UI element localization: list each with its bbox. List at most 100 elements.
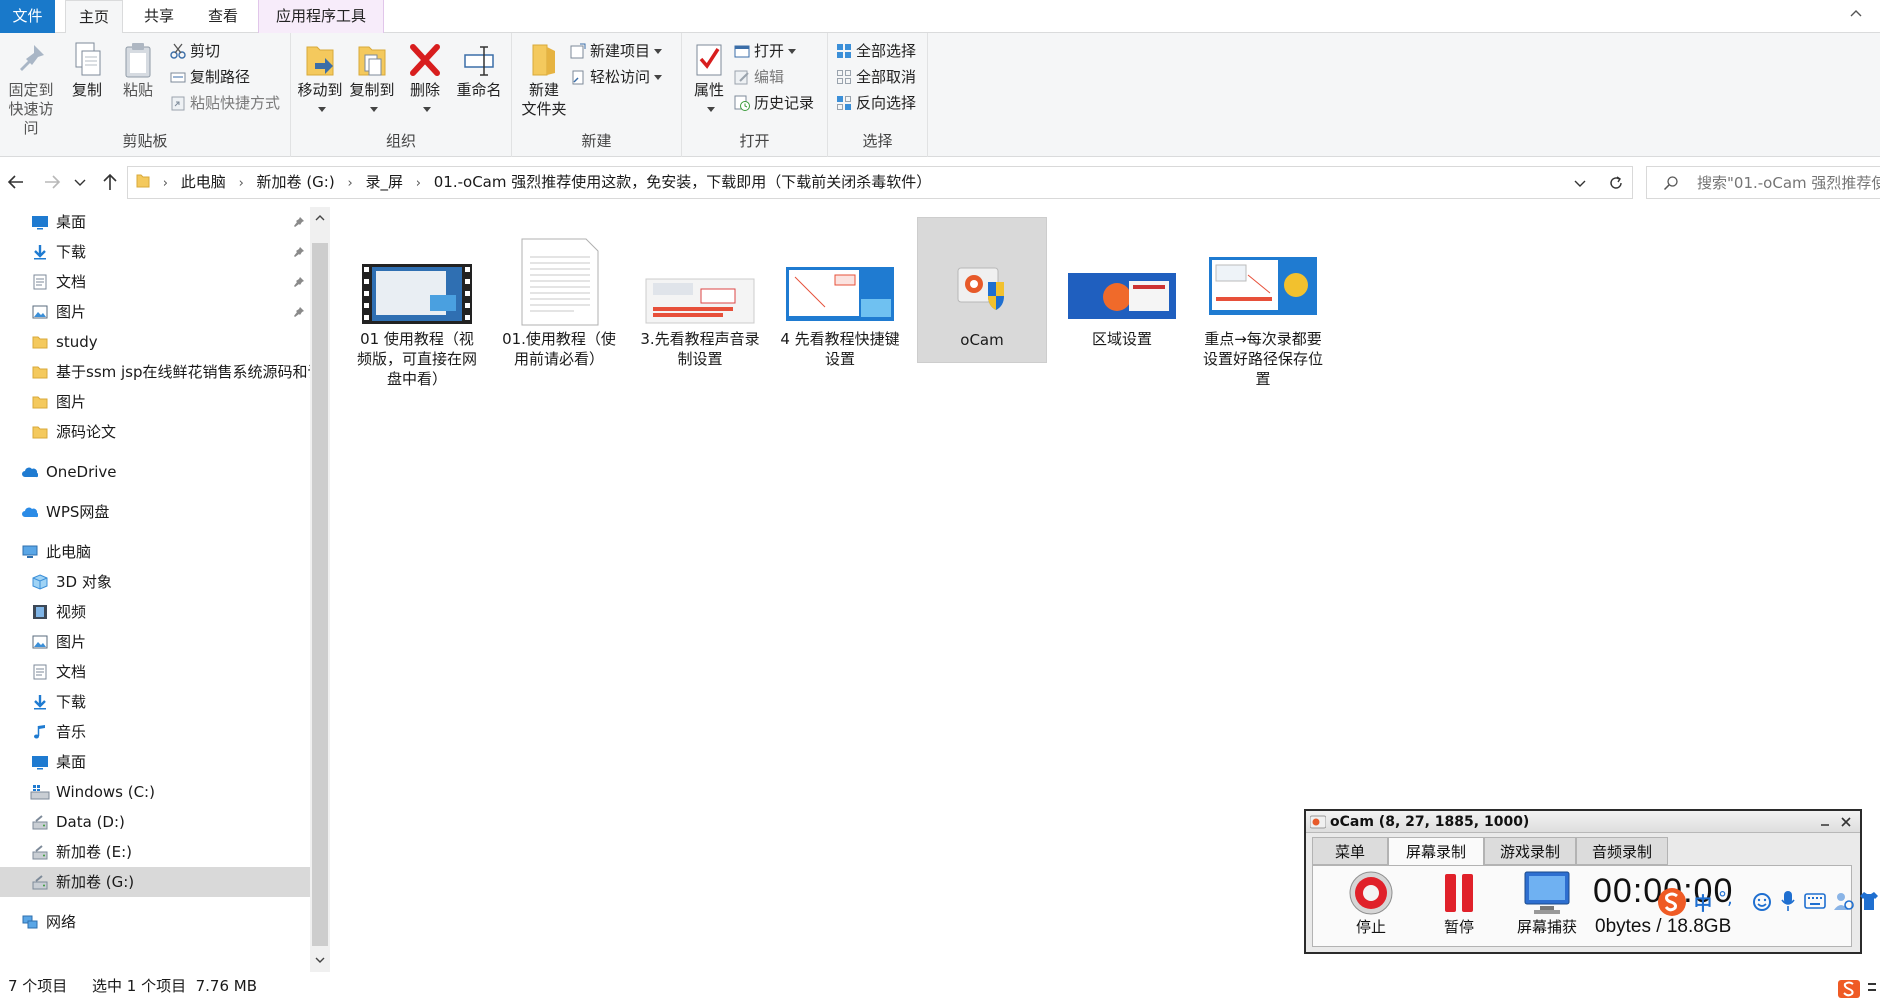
history-button[interactable]: 历史记录	[734, 91, 814, 115]
edit-button[interactable]: 编辑	[734, 65, 784, 89]
nav-drive-e[interactable]: 新加卷 (E:)	[0, 837, 310, 867]
address-dropdown-chevron-icon[interactable]	[1572, 175, 1588, 191]
breadcrumb-current-folder[interactable]: 01.-oCam 强烈推荐使用这款，免安装，下载即用（下载前关闭杀毒软件）	[434, 173, 932, 191]
nav-this-pc[interactable]: 此电脑	[0, 537, 310, 567]
nav-videos[interactable]: 视频	[0, 597, 310, 627]
open-button[interactable]: 打开	[734, 39, 797, 63]
user-settings-icon[interactable]	[1832, 890, 1854, 912]
history-label: 历史记录	[754, 94, 815, 112]
ribbon-collapse-icon[interactable]	[1850, 8, 1862, 20]
nav-quick-pictures[interactable]: 图片	[0, 297, 310, 327]
copy-to-button[interactable]: 复制到	[347, 41, 397, 119]
forward-arrow-icon[interactable]	[40, 170, 64, 194]
file-item-audio-settings[interactable]: 3.先看教程声音录制设置	[635, 217, 765, 368]
nav-3d-objects[interactable]: 3D 对象	[0, 567, 310, 597]
scissors-icon	[170, 43, 186, 59]
scroll-down-arrow-icon[interactable]	[315, 955, 325, 965]
breadcrumb-drive-g[interactable]: 新加卷 (G:)	[257, 173, 335, 191]
tab-app-tools[interactable]: 应用程序工具	[262, 0, 380, 33]
ime-tray-icon[interactable]	[1836, 978, 1880, 1000]
nav-downloads[interactable]: 下载	[0, 687, 310, 717]
rename-button[interactable]: 重命名	[451, 41, 507, 100]
file-item-video-tutorial[interactable]: 01 使用教程（视频版，可直接在网盘中看）	[352, 217, 482, 388]
minimize-icon[interactable]	[1820, 817, 1830, 827]
breadcrumb-lu-ping[interactable]: 录_屏	[365, 173, 403, 191]
tab-view[interactable]: 查看	[196, 0, 250, 33]
easy-access-button[interactable]: 轻松访问	[570, 65, 663, 89]
paste-shortcut-button[interactable]: 粘贴快捷方式	[170, 91, 280, 115]
move-to-button[interactable]: 移动到	[295, 41, 345, 119]
file-item-hotkey-settings[interactable]: 4 先看教程快捷键设置	[775, 217, 905, 368]
invert-selection-button[interactable]: 反向选择	[836, 91, 916, 115]
up-arrow-icon[interactable]	[98, 170, 122, 194]
ocam-pause-button[interactable]: 暂停	[1421, 870, 1497, 937]
nav-quick-study[interactable]: study	[0, 327, 310, 357]
address-bar[interactable]: › 此电脑 › 新加卷 (G:) › 录_屏 › 01.-oCam 强烈推荐使用…	[127, 166, 1633, 199]
nav-documents[interactable]: 文档	[0, 657, 310, 687]
tab-share[interactable]: 共享	[132, 0, 186, 33]
select-all-button[interactable]: 全部选择	[836, 39, 916, 63]
nav-drive-c[interactable]: Windows (C:)	[0, 777, 310, 807]
nav-quick-documents[interactable]: 文档	[0, 267, 310, 297]
breadcrumb-separator-icon[interactable]: ›	[163, 168, 168, 199]
close-icon[interactable]	[1840, 816, 1852, 828]
nav-drive-d[interactable]: Data (D:)	[0, 807, 310, 837]
nav-quick-desktop[interactable]: 桌面	[0, 207, 310, 237]
copy-button[interactable]: 复制	[64, 41, 110, 100]
file-item-save-path[interactable]: 重点→每次录都要设置好路径保存位置	[1198, 217, 1328, 388]
paste-button[interactable]: 粘贴	[114, 41, 162, 100]
nav-quick-pictures-folder[interactable]: 图片	[0, 387, 310, 417]
pin-quick-access-button[interactable]: 固定到 快速访问	[2, 41, 60, 138]
breadcrumb-separator-icon[interactable]: ›	[239, 168, 244, 199]
back-arrow-icon[interactable]	[4, 170, 28, 194]
ocam-window[interactable]: oCam (8, 27, 1885, 1000) 菜单 屏幕录制 游戏录制 音频…	[1304, 809, 1862, 954]
file-item-area-settings[interactable]: 区域设置	[1057, 217, 1187, 367]
ime-punctuation-icon[interactable]: °,	[1718, 888, 1733, 909]
breadcrumb-this-pc[interactable]: 此电脑	[181, 173, 226, 191]
ocam-titlebar[interactable]: oCam (8, 27, 1885, 1000)	[1306, 811, 1860, 833]
nav-onedrive[interactable]: OneDrive	[0, 457, 310, 487]
nav-wps-drive[interactable]: WPS网盘	[0, 497, 310, 527]
search-box[interactable]	[1646, 166, 1880, 199]
nav-quick-downloads[interactable]: 下载	[0, 237, 310, 267]
file-item-text-tutorial[interactable]: 01.使用教程（使用前请必看）	[494, 217, 624, 368]
emoji-smiley-icon[interactable]	[1752, 892, 1772, 912]
nav-drive-g[interactable]: 新加卷 (G:)	[0, 867, 310, 897]
file-item-ocam[interactable]: oCam	[917, 217, 1047, 363]
nav-pictures[interactable]: 图片	[0, 627, 310, 657]
keyboard-icon[interactable]	[1804, 892, 1826, 910]
search-input[interactable]	[1697, 167, 1880, 198]
scrollbar-thumb[interactable]	[312, 243, 328, 946]
ime-toolbar[interactable]: 中 °,	[1656, 884, 1880, 920]
properties-button[interactable]: 属性	[686, 41, 732, 119]
nav-quick-ssm-folder[interactable]: 基于ssm jsp在线鲜花销售系统源码和论文	[0, 357, 310, 387]
sogou-s-icon[interactable]	[1656, 886, 1688, 918]
microphone-icon[interactable]	[1780, 890, 1796, 912]
tab-file[interactable]: 文件	[0, 0, 55, 33]
breadcrumb-separator-icon[interactable]: ›	[416, 168, 421, 199]
breadcrumb-separator-icon[interactable]: ›	[347, 168, 352, 199]
new-folder-button[interactable]: 新建 文件夹	[516, 41, 572, 119]
cut-button[interactable]: 剪切	[170, 39, 220, 63]
ocam-tab-menu[interactable]: 菜单	[1312, 837, 1388, 865]
copy-path-button[interactable]: 复制路径	[170, 65, 250, 89]
delete-button[interactable]: 删除	[405, 41, 445, 119]
skin-shirt-icon[interactable]	[1858, 890, 1880, 912]
recent-locations-chevron-icon[interactable]	[72, 170, 88, 194]
nav-desktop[interactable]: 桌面	[0, 747, 310, 777]
ocam-tab-screen-record[interactable]: 屏幕录制	[1388, 837, 1484, 866]
refresh-button[interactable]	[1600, 166, 1633, 199]
tab-home[interactable]: 主页	[65, 0, 123, 34]
nav-network[interactable]: 网络	[0, 907, 310, 937]
ocam-tab-game-record[interactable]: 游戏录制	[1484, 837, 1576, 865]
ime-lang-toggle[interactable]: 中	[1694, 890, 1712, 916]
nav-music[interactable]: 音乐	[0, 717, 310, 747]
ocam-tab-audio-record[interactable]: 音频录制	[1576, 837, 1668, 865]
select-none-button[interactable]: 全部取消	[836, 65, 916, 89]
scroll-up-arrow-icon[interactable]	[315, 213, 325, 223]
ocam-capture-button[interactable]: 屏幕捕获	[1509, 870, 1585, 937]
new-item-button[interactable]: 新建项目	[570, 39, 663, 63]
nav-quick-source-paper[interactable]: 源码论文	[0, 417, 310, 447]
ocam-stop-button[interactable]: 停止	[1333, 870, 1409, 937]
navigation-pane-scrollbar[interactable]	[310, 207, 330, 972]
